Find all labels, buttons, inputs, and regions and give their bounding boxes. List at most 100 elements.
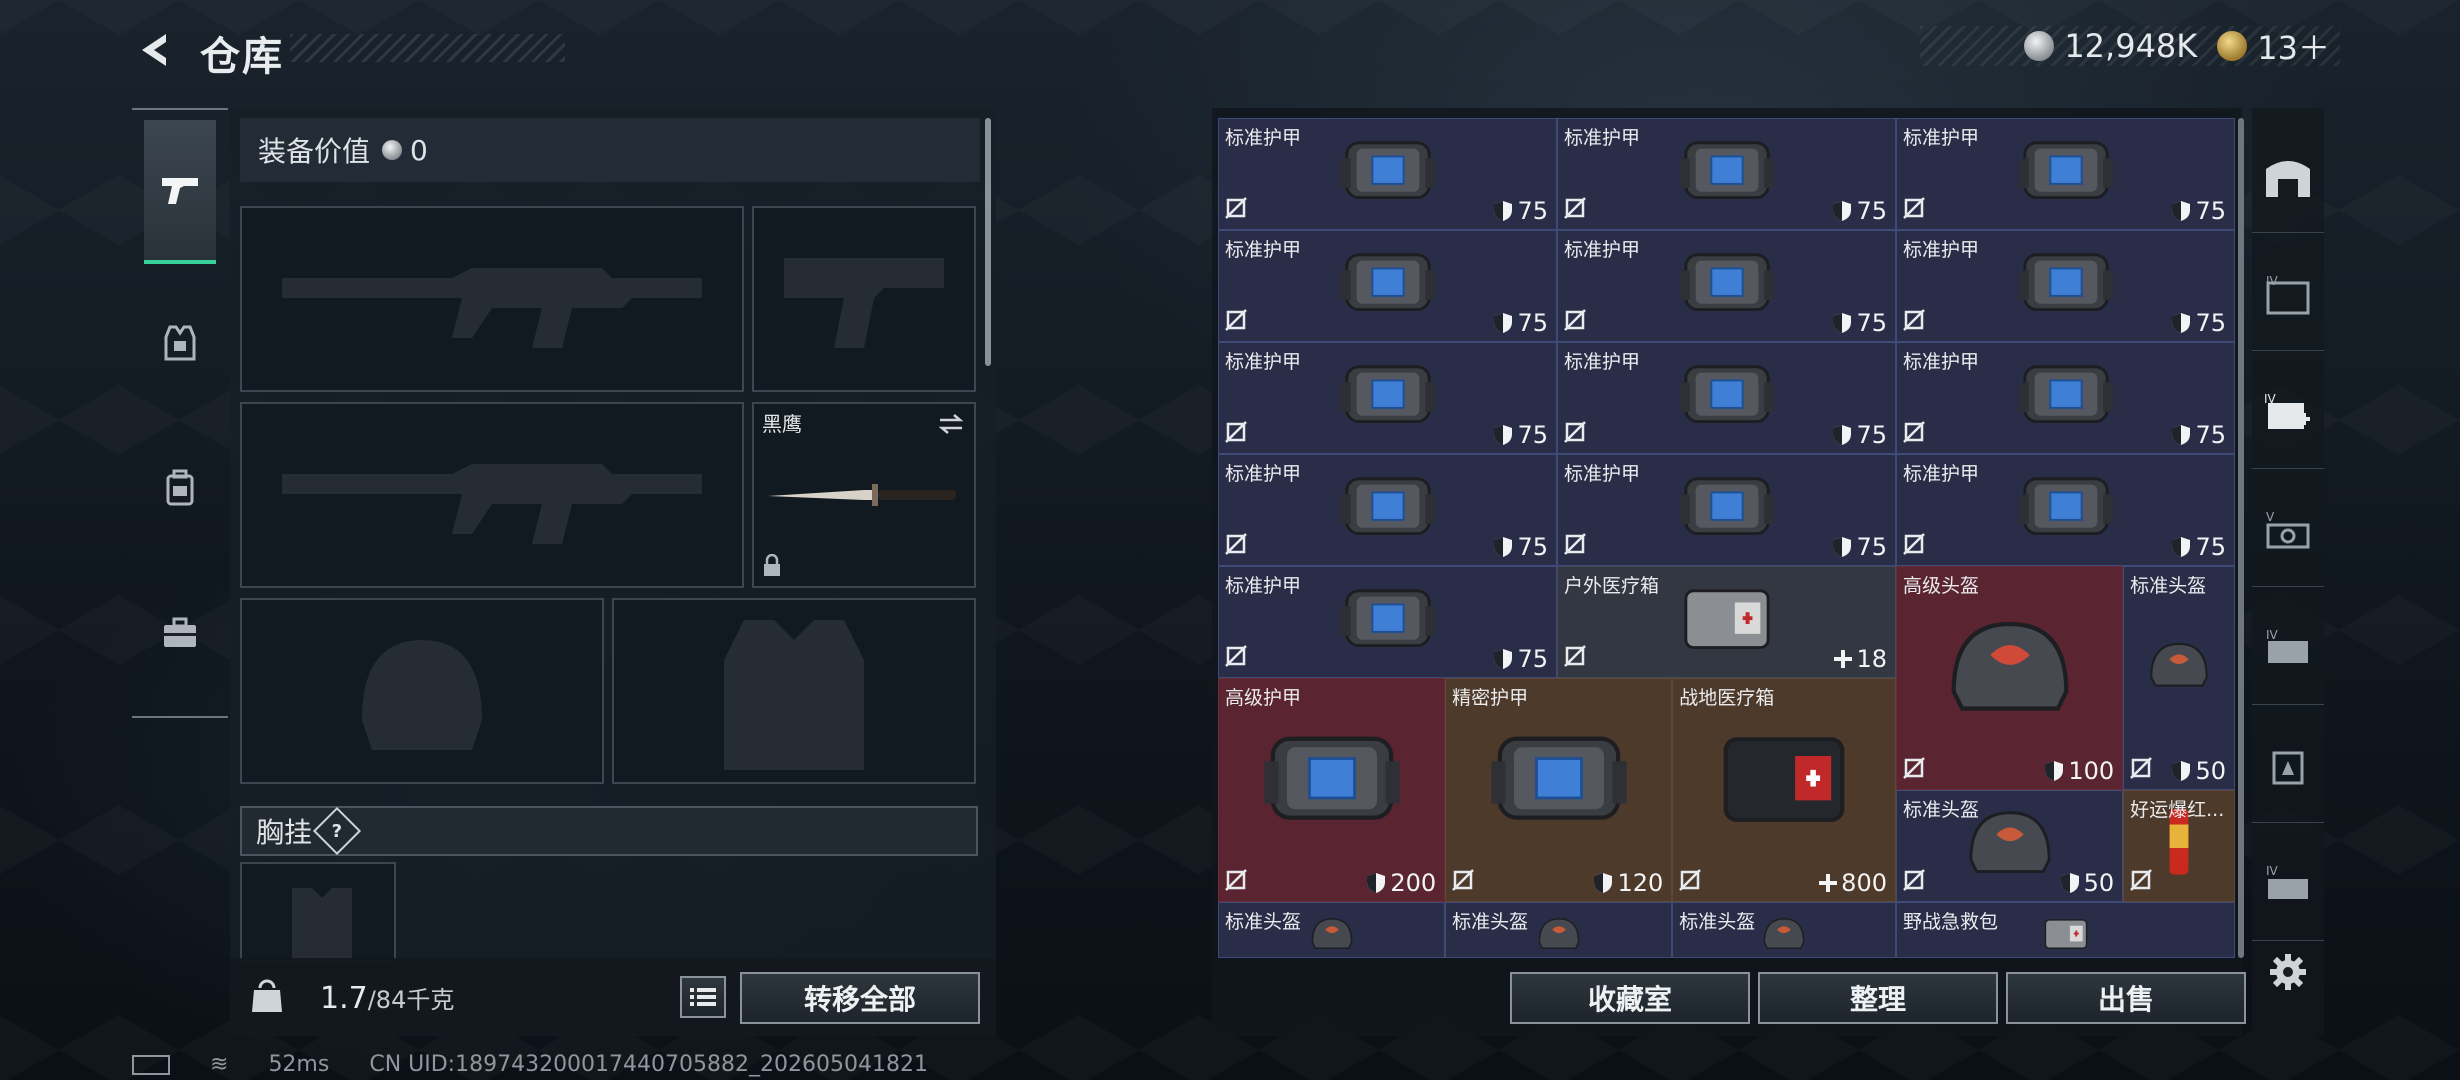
storage-case-icon: IV [2266,864,2308,899]
stash-item[interactable]: 标准护甲 75 [1896,342,2235,454]
tab-backpack[interactable] [132,415,228,560]
sell-button[interactable]: 出售 [2006,972,2246,1024]
list-view-button[interactable] [680,976,726,1018]
pistol-slot[interactable] [752,206,976,392]
stash-item[interactable]: 标准头盔 50 [1896,790,2124,902]
no-insure-icon [1225,421,1247,443]
stash-item[interactable]: 高级头盔 100 [1896,566,2124,790]
stash-item[interactable]: 标准护甲 75 [1557,342,1896,454]
secondary-weapon-slot[interactable] [240,402,744,588]
stash-item[interactable]: 野战急救包 [1896,902,2235,958]
durability-shield-icon [2045,761,2064,781]
stash-tab-7[interactable]: IV [2252,830,2324,941]
stash-item[interactable]: 标准护甲 75 [1557,230,1896,342]
stash-tab-2[interactable]: IV [2252,240,2324,351]
knife-icon [768,484,956,506]
stash-item[interactable]: 户外医疗箱 18 [1557,566,1896,678]
stash-item[interactable]: 高级护甲 200 [1218,678,1446,902]
stash-item[interactable]: 标准头盔 [1672,902,1896,958]
no-insure-icon [1903,421,1925,443]
stash-item[interactable]: 标准护甲 75 [1557,118,1896,230]
loadout-tabs [132,108,228,718]
rifle-silhouette-icon [282,464,702,544]
stash-item-value: 120 [1593,869,1663,897]
stash-item-value: 100 [2044,757,2114,785]
stash-item-value: 18 [1834,645,1887,673]
stash-item[interactable]: 标准护甲 75 [1896,454,2235,566]
stash-tab-6[interactable] [2252,712,2324,823]
durability-shield-icon [2172,761,2191,781]
weight-current: 1.7 [320,981,368,1016]
stash-item[interactable]: 标准护甲 75 [1218,118,1557,230]
currency-bar: 12,948K 13＋ [1920,26,2340,67]
stash-tab-all[interactable] [2252,122,2324,233]
stash-item-name: 标准头盔 [1679,911,1756,933]
backpack-icon [166,469,194,505]
stash-item[interactable]: 标准护甲 75 [1896,118,2235,230]
transfer-all-button[interactable]: 转移全部 [740,972,980,1024]
stash-item-value: 800 [1819,869,1887,897]
body-armor-slot[interactable] [612,598,976,784]
helmet-slot[interactable] [240,598,604,784]
chest-rig-slot[interactable] [240,862,396,962]
armor-item-icon [1679,365,1774,424]
stash-item[interactable]: 标准护甲 75 [1557,454,1896,566]
armor-item-icon [1679,141,1774,200]
stash-item[interactable]: 标准护甲 75 [1218,454,1557,566]
wifi-icon: ≋ [210,1052,229,1077]
stash-item-name: 好运爆红... [2130,799,2225,821]
no-insure-icon [1225,197,1247,219]
stash-item-name: 标准护甲 [1225,575,1302,597]
weight-icon [252,979,282,1012]
sort-button[interactable]: 整理 [1758,972,1998,1024]
stash-item[interactable]: 标准头盔 [1445,902,1673,958]
stash-item[interactable]: 标准头盔 50 [2123,566,2235,790]
stash-item[interactable]: 标准护甲 75 [1896,230,2235,342]
stash-item[interactable]: 标准护甲 75 [1218,566,1557,678]
stash-item-value: 50 [2060,869,2114,897]
stash-item[interactable]: 战地医疗箱 800 [1672,678,1896,902]
no-insure-icon [1903,533,1925,555]
stash-item[interactable]: 标准护甲 75 [1218,230,1557,342]
stash-item[interactable]: 精密护甲 120 [1445,678,1673,902]
status-bar: ≋ 52ms CN UID:18974320001744070588​2_202… [132,1052,928,1077]
equipment-scrollbar[interactable] [985,118,991,366]
weight-readout: 1.7/84千克 [320,980,454,1016]
stash-tab-4[interactable]: V [2252,476,2324,587]
equipment-value-label: 装备价值 [258,135,371,168]
back-button[interactable] [132,26,180,74]
tab-weapons[interactable] [144,120,216,264]
stash-item[interactable]: 标准头盔 [1218,902,1446,958]
stash-item-name: 标准护甲 [1903,351,1980,373]
melee-slot[interactable]: 黑鹰 [752,402,976,588]
stash-tab-5[interactable]: IV [2252,594,2324,705]
swap-icon[interactable] [936,412,966,436]
tab-case[interactable] [132,560,228,705]
no-insure-icon [1679,869,1702,891]
stash-item-value: 50 [2171,757,2226,785]
silver-coin-icon [382,140,403,160]
stash-item[interactable]: 好运爆红... [2123,790,2235,902]
helmet-silhouette-icon [362,640,482,750]
help-icon[interactable]: ? [312,806,362,856]
stash-item[interactable]: 标准护甲 75 [1218,342,1557,454]
gold-coin-icon [2217,31,2248,61]
stash-scrollbar[interactable] [2238,118,2244,958]
svg-text:IV: IV [2266,274,2279,288]
durability-shield-icon [1494,537,1513,557]
weight-max: /84千克 [367,986,455,1014]
stash-item-name: 标准护甲 [1225,463,1302,485]
stash-item-value: 75 [1493,645,1548,673]
tab-armor[interactable] [132,270,228,415]
primary-weapon-slot[interactable] [240,206,744,392]
briefcase-icon [164,617,196,647]
durability-shield-icon [1494,425,1513,445]
settings-button[interactable] [2268,952,2308,992]
stash-item-value: 75 [2171,309,2226,337]
chest-rig-header[interactable]: 胸挂 ? [240,806,978,856]
collection-room-button[interactable]: 收藏室 [1510,972,1750,1024]
stash-item-name: 标准护甲 [1225,351,1302,373]
stash-item-value: 75 [1832,309,1887,337]
durability-shield-icon [1594,873,1613,893]
stash-tab-3[interactable]: IV [2252,358,2324,469]
